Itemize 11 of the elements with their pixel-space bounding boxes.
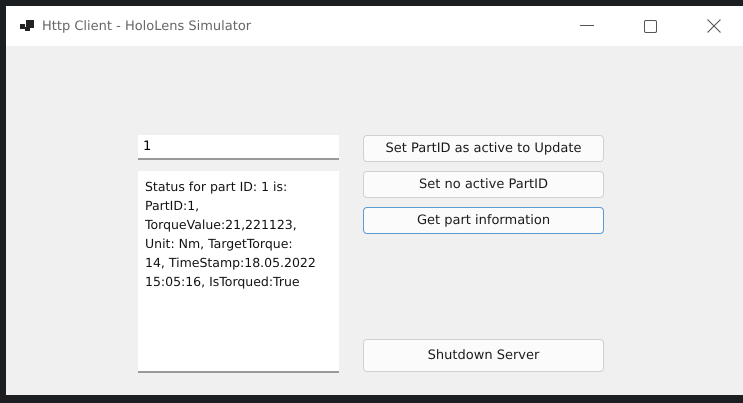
- minimize-icon[interactable]: [580, 25, 594, 27]
- maximize-icon[interactable]: [644, 20, 657, 32]
- part-id-field[interactable]: 1: [138, 135, 339, 160]
- close-icon[interactable]: [707, 19, 721, 33]
- action-button[interactable]: Set PartID as active to Update: [363, 135, 604, 162]
- action-button[interactable]: Shutdown Server: [363, 339, 604, 372]
- window-title: Http Client - HoloLens Simulator: [42, 18, 252, 34]
- action-button[interactable]: Get part information: [363, 207, 604, 234]
- action-button[interactable]: Set no active PartID: [363, 171, 604, 198]
- app-icon: [20, 20, 34, 32]
- status-text-area[interactable]: Status for part ID: 1 is: PartID:1, TorqueValue:21,221123, Unit: Nm, TargetTorque: 14, TimeStamp:18.05.2022 15:05:16, IsTorqued:True: [138, 171, 339, 373]
